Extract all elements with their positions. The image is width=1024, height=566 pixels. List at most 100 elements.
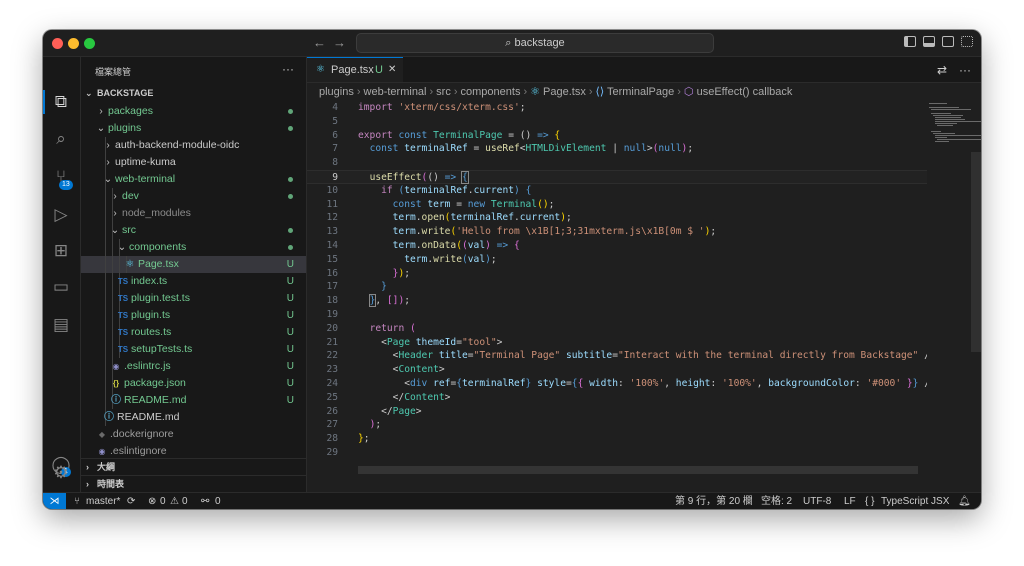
code-line[interactable]: 23 <Content> — [307, 363, 927, 377]
timeline-section[interactable]: › 時間表 — [81, 475, 306, 492]
indentation[interactable]: 空格: 2 — [761, 493, 792, 509]
cursor-position[interactable]: 第 9 行，第 20 欄 — [675, 493, 753, 509]
code-line[interactable]: 13 term.write('Hello from \x1B[1;3;31mxt… — [307, 225, 927, 239]
tree-item[interactable]: › auth-backend-module-oidc — [81, 137, 306, 154]
code-line[interactable]: 17 } — [307, 280, 927, 294]
code-line[interactable]: 26 </Page> — [307, 405, 927, 419]
git-status-badge: U — [286, 344, 294, 355]
breadcrumb-item[interactable]: src — [436, 86, 451, 98]
breadcrumb-item[interactable]: plugins — [319, 86, 354, 98]
code-line[interactable]: 14 term.onData((val) => { — [307, 239, 927, 253]
code-line[interactable]: 21 <Page themeId="tool"> — [307, 336, 927, 350]
remote-explorer-icon[interactable]: ▭ — [51, 277, 71, 297]
code-line[interactable]: 12 term.open(terminalRef.current); — [307, 211, 927, 225]
breadcrumb-item[interactable]: useEffect() callback — [697, 86, 793, 98]
breadcrumb-item[interactable]: components — [461, 86, 521, 98]
tree-item[interactable]: TS routes.ts U — [81, 324, 306, 341]
tree-item[interactable]: ◆ .dockerignore — [81, 426, 306, 443]
code-line[interactable]: 15 term.write(val); — [307, 253, 927, 267]
ports-count[interactable]: 0 — [215, 493, 221, 509]
error-count[interactable]: 0 — [160, 493, 166, 509]
code-line[interactable]: 16 }); — [307, 267, 927, 281]
encoding[interactable]: UTF-8 — [803, 493, 831, 509]
toggle-panel-icon[interactable] — [923, 36, 935, 47]
code-line[interactable]: 25 </Content> — [307, 391, 927, 405]
toggle-primary-sidebar-icon[interactable] — [904, 36, 916, 47]
customize-layout-icon[interactable] — [961, 36, 973, 47]
end-of-line[interactable]: LF — [844, 493, 856, 509]
tab-close-icon[interactable]: ✕ — [388, 58, 396, 82]
code-line[interactable]: 5 — [307, 115, 927, 129]
code-line[interactable]: 9 useEffect(() => { — [307, 169, 927, 184]
zoom-window-button[interactable] — [84, 38, 95, 49]
workspace-root[interactable]: ⌄ BACKSTAGE — [81, 85, 306, 102]
workspace-root-label: BACKSTAGE — [97, 88, 154, 98]
tree-item[interactable]: ⌄ components — [81, 239, 306, 256]
gear-icon[interactable]: ⚙ — [51, 463, 71, 483]
toggle-secondary-sidebar-icon[interactable] — [942, 36, 954, 47]
search-view-icon[interactable]: ⌕ — [51, 129, 71, 149]
tree-item[interactable]: › uptime-kuma — [81, 154, 306, 171]
code-editor[interactable]: 4 import 'xterm/css/xterm.css'; 5 6 export c… — [307, 101, 927, 509]
code-line[interactable]: 20 return ( — [307, 322, 927, 336]
code-line[interactable]: 10 if (terminalRef.current) { — [307, 184, 927, 198]
tree-item[interactable]: TS plugin.test.ts U — [81, 290, 306, 307]
tree-item[interactable]: {} package.json U — [81, 375, 306, 392]
tree-item-label: plugins — [108, 122, 142, 134]
breadcrumb-item[interactable]: Page.tsx — [543, 86, 586, 98]
code-line[interactable]: 4 import 'xterm/css/xterm.css'; — [307, 101, 927, 115]
explorer-icon[interactable]: ⧉ — [51, 92, 71, 112]
code-line[interactable]: 22 <Header title="Terminal Page" subtitl… — [307, 349, 927, 363]
tree-item[interactable]: ⚛ Page.tsx U — [81, 256, 306, 273]
code-line[interactable]: 19 — [307, 308, 927, 322]
code-line[interactable]: 18 }, []); — [307, 294, 927, 308]
outline-section[interactable]: › 大綱 — [81, 458, 306, 475]
tree-item[interactable]: › node_modules — [81, 205, 306, 222]
tab-page-tsx[interactable]: ⚛ Page.tsx U ✕ — [307, 57, 403, 82]
back-arrow-icon[interactable]: ← — [313, 35, 326, 50]
tree-item[interactable]: TS setupTests.ts U — [81, 341, 306, 358]
tree-item[interactable]: TS index.ts U — [81, 273, 306, 290]
line-number: 22 — [326, 350, 338, 362]
code-line[interactable]: 8 — [307, 156, 927, 170]
breadcrumb-item[interactable]: web-terminal — [364, 86, 427, 98]
code-line[interactable]: 7 const terminalRef = useRef<HTMLDivElem… — [307, 142, 927, 156]
tree-item[interactable]: ⓘ README.md U — [81, 392, 306, 409]
docker-icon[interactable]: ▤ — [51, 315, 71, 335]
vertical-scrollbar[interactable] — [971, 152, 981, 352]
code-line[interactable]: 27 ); — [307, 418, 927, 432]
tree-item[interactable]: TS plugin.ts U — [81, 307, 306, 324]
branch-name[interactable]: master* — [86, 493, 120, 509]
open-changes-icon[interactable]: ⇄ — [937, 63, 947, 77]
forward-arrow-icon[interactable]: → — [333, 35, 346, 50]
tree-item[interactable]: ⌄ src — [81, 222, 306, 239]
tree-item[interactable]: › dev — [81, 188, 306, 205]
line-number: 18 — [326, 295, 338, 307]
tree-item[interactable]: ◉ .eslintrc.js U — [81, 358, 306, 375]
breadcrumb-item[interactable]: TerminalPage — [607, 86, 674, 98]
code-line[interactable]: 29 — [307, 446, 927, 460]
code-line[interactable]: 28}; — [307, 432, 927, 446]
extensions-icon[interactable]: ⊞ — [51, 241, 71, 261]
close-window-button[interactable] — [52, 38, 63, 49]
run-debug-icon[interactable]: ▷ — [51, 205, 71, 225]
more-actions-icon[interactable]: ··· — [959, 63, 971, 77]
tree-item[interactable]: › packages — [81, 103, 306, 120]
horizontal-scrollbar[interactable] — [358, 466, 918, 474]
minimize-window-button[interactable] — [68, 38, 79, 49]
chevron-right-icon: › — [453, 86, 458, 98]
tree-item-label: package.json — [124, 377, 186, 389]
code-line[interactable]: 24 <div ref={terminalRef} style={{ width… — [307, 377, 927, 391]
warning-count[interactable]: 0 — [182, 493, 188, 509]
tree-item[interactable]: ⌄ plugins — [81, 120, 306, 137]
code-line[interactable]: 6 export const TerminalPage = () => { — [307, 129, 927, 143]
tree-item[interactable]: ⓘ README.md — [81, 409, 306, 426]
tree-item[interactable]: ⌄ web-terminal — [81, 171, 306, 188]
code-line[interactable]: 11 const term = new Terminal(); — [307, 198, 927, 212]
more-actions-icon[interactable]: ··· — [282, 62, 294, 76]
language-mode[interactable]: TypeScript JSX — [881, 493, 949, 509]
notifications-bell-icon[interactable]: 🔔︎ — [958, 493, 971, 509]
sync-icon[interactable]: ⟳ — [127, 493, 135, 509]
command-center-search[interactable]: ⌕ backstage — [356, 33, 714, 53]
remote-indicator-icon[interactable]: ⋊ — [43, 493, 66, 509]
